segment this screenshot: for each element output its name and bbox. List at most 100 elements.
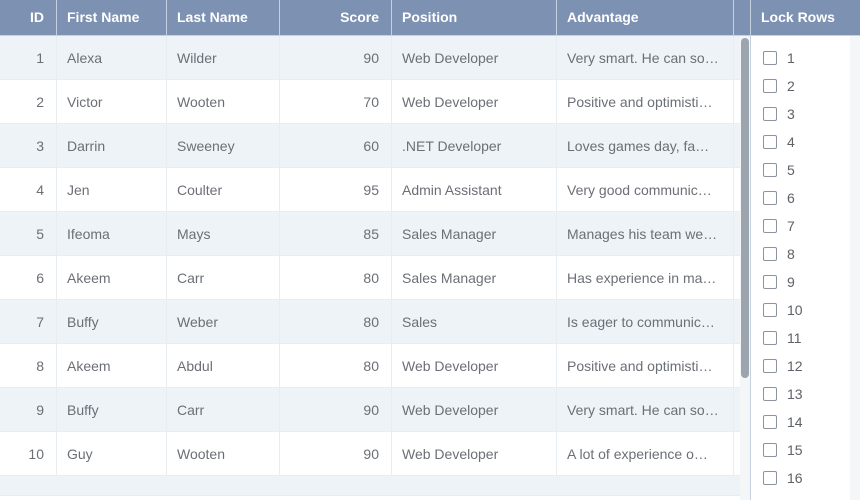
cell-first-name: Victor xyxy=(57,80,167,123)
cell-position: Web Developer xyxy=(392,388,557,431)
cell-id: 3 xyxy=(0,124,57,167)
cell-position: Web Developer xyxy=(392,432,557,475)
table-row[interactable]: 2VictorWooten70Web DeveloperPositive and… xyxy=(0,80,750,124)
col-header-position[interactable]: Position xyxy=(392,0,557,35)
lock-row-item[interactable]: 6 xyxy=(763,184,860,212)
lock-row-checkbox[interactable] xyxy=(763,331,777,345)
cell-first-name: Buffy xyxy=(57,388,167,431)
cell-last-name: Wooten xyxy=(167,80,280,123)
lock-row-label: 11 xyxy=(787,330,802,346)
lock-row-checkbox[interactable] xyxy=(763,303,777,317)
table-row[interactable] xyxy=(0,476,750,496)
lock-row-label: 2 xyxy=(787,78,795,94)
cell-position: .NET Developer xyxy=(392,124,557,167)
cell-id: 8 xyxy=(0,344,57,387)
lock-row-item[interactable]: 3 xyxy=(763,100,860,128)
lock-row-checkbox[interactable] xyxy=(763,135,777,149)
col-header-last-name[interactable]: Last Name xyxy=(167,0,280,35)
table-row[interactable]: 4JenCoulter95Admin AssistantVery good co… xyxy=(0,168,750,212)
lock-row-checkbox[interactable] xyxy=(763,163,777,177)
cell-last-name: Carr xyxy=(167,256,280,299)
lock-row-item[interactable]: 16 xyxy=(763,464,860,492)
cell-advantage: Loves games day, fa… xyxy=(557,124,734,167)
cell-advantage: Manages his team we… xyxy=(557,212,734,255)
lock-row-item[interactable]: 9 xyxy=(763,268,860,296)
table-row[interactable]: 10GuyWooten90Web DeveloperA lot of exper… xyxy=(0,432,750,476)
table-row[interactable]: 6AkeemCarr80Sales ManagerHas experience … xyxy=(0,256,750,300)
table-row[interactable]: 1AlexaWilder90Web DeveloperVery smart. H… xyxy=(0,36,750,80)
lock-row-label: 3 xyxy=(787,106,795,122)
cell-first-name: Guy xyxy=(57,432,167,475)
table-row[interactable]: 8AkeemAbdul80Web DeveloperPositive and o… xyxy=(0,344,750,388)
lock-row-item[interactable]: 14 xyxy=(763,408,860,436)
lock-row-item[interactable]: 12 xyxy=(763,352,860,380)
cell-first-name: Ifeoma xyxy=(57,212,167,255)
lock-row-item[interactable]: 7 xyxy=(763,212,860,240)
lock-row-checkbox[interactable] xyxy=(763,51,777,65)
lock-row-checkbox[interactable] xyxy=(763,275,777,289)
col-header-score[interactable]: Score xyxy=(280,0,392,35)
cell-id: 2 xyxy=(0,80,57,123)
table-row[interactable]: 7BuffyWeber80SalesIs eager to communic… xyxy=(0,300,750,344)
cell-first-name: Jen xyxy=(57,168,167,211)
lock-row-item[interactable]: 8 xyxy=(763,240,860,268)
cell-last-name: Wooten xyxy=(167,432,280,475)
lock-row-item[interactable]: 1 xyxy=(763,44,860,72)
lock-row-checkbox[interactable] xyxy=(763,107,777,121)
lock-row-item[interactable]: 11 xyxy=(763,324,860,352)
table-row[interactable]: 3DarrinSweeney60.NET DeveloperLoves game… xyxy=(0,124,750,168)
lock-row-checkbox[interactable] xyxy=(763,359,777,373)
lock-row-checkbox[interactable] xyxy=(763,415,777,429)
grid-header-row: ID First Name Last Name Score Position A… xyxy=(0,0,750,36)
cell-advantage: Is eager to communic… xyxy=(557,300,734,343)
lock-row-checkbox[interactable] xyxy=(763,471,777,485)
cell-score: 80 xyxy=(280,344,392,387)
cell-score: 90 xyxy=(280,432,392,475)
lock-row-item[interactable]: 13 xyxy=(763,380,860,408)
cell-last-name: Abdul xyxy=(167,344,280,387)
data-grid: ID First Name Last Name Score Position A… xyxy=(0,0,750,500)
lock-row-checkbox[interactable] xyxy=(763,219,777,233)
cell-first-name: Darrin xyxy=(57,124,167,167)
lock-row-label: 9 xyxy=(787,274,795,290)
lock-row-label: 16 xyxy=(787,470,803,486)
cell-last-name: Wilder xyxy=(167,36,280,79)
col-header-advantage[interactable]: Advantage xyxy=(557,0,734,35)
cell-id: 6 xyxy=(0,256,57,299)
lock-row-item[interactable]: 15 xyxy=(763,436,860,464)
lock-row-checkbox[interactable] xyxy=(763,191,777,205)
lock-row-label: 4 xyxy=(787,134,795,150)
lock-row-item[interactable]: 5 xyxy=(763,156,860,184)
lock-row-label: 5 xyxy=(787,162,795,178)
cell-score: 90 xyxy=(280,388,392,431)
lock-rows-list: 12345678910111213141516 xyxy=(751,36,860,500)
lock-row-label: 10 xyxy=(787,302,803,318)
grid-scrollbar-thumb[interactable] xyxy=(741,38,749,378)
table-row[interactable]: 9BuffyCarr90Web DeveloperVery smart. He … xyxy=(0,388,750,432)
cell-first-name: Alexa xyxy=(57,36,167,79)
cell-advantage: Very good communic… xyxy=(557,168,734,211)
lock-row-label: 14 xyxy=(787,414,803,430)
lock-row-label: 7 xyxy=(787,218,795,234)
cell-last-name: Sweeney xyxy=(167,124,280,167)
lock-row-label: 15 xyxy=(787,442,803,458)
grid-scrollbar-track[interactable] xyxy=(740,36,750,500)
lock-row-item[interactable]: 4 xyxy=(763,128,860,156)
cell-last-name: Weber xyxy=(167,300,280,343)
lock-row-checkbox[interactable] xyxy=(763,79,777,93)
lock-row-item[interactable]: 10 xyxy=(763,296,860,324)
col-header-id[interactable]: ID xyxy=(0,0,57,35)
cell-position: Sales xyxy=(392,300,557,343)
table-row[interactable]: 5IfeomaMays85Sales ManagerManages his te… xyxy=(0,212,750,256)
cell-last-name: Mays xyxy=(167,212,280,255)
lock-row-checkbox[interactable] xyxy=(763,443,777,457)
lock-row-item[interactable]: 2 xyxy=(763,72,860,100)
lock-row-checkbox[interactable] xyxy=(763,387,777,401)
lock-row-label: 8 xyxy=(787,246,795,262)
side-scrollbar-track[interactable] xyxy=(850,36,860,500)
cell-advantage: Has experience in ma… xyxy=(557,256,734,299)
lock-rows-header: Lock Rows xyxy=(751,0,860,36)
cell-advantage: Positive and optimisti… xyxy=(557,80,734,123)
col-header-first-name[interactable]: First Name xyxy=(57,0,167,35)
lock-row-checkbox[interactable] xyxy=(763,247,777,261)
